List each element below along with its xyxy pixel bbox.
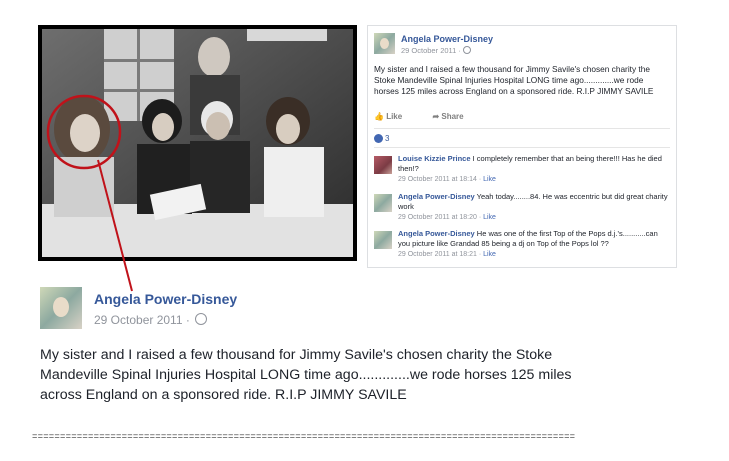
comment-meta: 29 October 2011 at 18:14 · Like <box>398 176 496 183</box>
comment-like-link[interactable]: Like <box>483 214 496 221</box>
comment-like-link[interactable]: Like <box>483 251 496 258</box>
divider <box>374 128 670 129</box>
like-reaction-icon <box>374 134 383 143</box>
reaction-count-text: 3 <box>385 134 390 143</box>
comment-text: Louise Kizzie Prince I completely rememb… <box>398 154 670 174</box>
post-body: My sister and I raised a few thousand fo… <box>40 347 572 403</box>
globe-icon <box>195 313 208 325</box>
avatar[interactable] <box>40 287 82 329</box>
avatar[interactable] <box>374 33 395 54</box>
share-button[interactable]: ➦ Share <box>432 112 477 121</box>
post-date[interactable]: 29 October 2011 · <box>94 313 208 327</box>
avatar[interactable] <box>374 194 392 212</box>
separator-line: ========================================… <box>32 432 576 442</box>
globe-icon <box>462 46 471 54</box>
comment-time[interactable]: 29 October 2011 at 18:20 · <box>398 214 483 221</box>
avatar[interactable] <box>374 156 392 174</box>
reaction-count[interactable]: 3 <box>374 134 389 143</box>
post-body: My sister and I raised a few thousand fo… <box>374 64 654 96</box>
avatar[interactable] <box>374 231 392 249</box>
author-name[interactable]: Angela Power-Disney <box>94 291 237 307</box>
like-label: Like <box>386 112 403 121</box>
vintage-photo <box>42 29 353 257</box>
post-date-text: 29 October 2011 · <box>401 46 461 55</box>
photo-frame <box>38 25 357 261</box>
comment-author[interactable]: Louise Kizzie Prince <box>398 154 471 163</box>
comment-meta: 29 October 2011 at 18:20 · Like <box>398 214 496 221</box>
author-name[interactable]: Angela Power-Disney <box>401 34 493 44</box>
comment-time[interactable]: 29 October 2011 at 18:14 · <box>398 176 483 183</box>
comment-time[interactable]: 29 October 2011 at 18:21 · <box>398 251 483 258</box>
comment-text: Angela Power-Disney He was one of the fi… <box>398 229 670 249</box>
post-actions: 👍 Like ➦ Share <box>374 112 670 126</box>
comment-author[interactable]: Angela Power-Disney <box>398 229 475 238</box>
divider <box>374 147 670 148</box>
comment-text: Angela Power-Disney Yeah today........84… <box>398 192 670 212</box>
comment-like-link[interactable]: Like <box>483 176 496 183</box>
like-button[interactable]: 👍 Like <box>374 112 416 121</box>
photo-illustration <box>42 29 353 257</box>
post-date[interactable]: 29 October 2011 · <box>401 46 471 55</box>
facebook-post-card: Angela Power-Disney 29 October 2011 · My… <box>367 25 677 268</box>
comment-meta: 29 October 2011 at 18:21 · Like <box>398 251 496 258</box>
post-date-text: 29 October 2011 · <box>94 313 190 327</box>
share-label: Share <box>441 112 464 121</box>
comment-author[interactable]: Angela Power-Disney <box>398 192 475 201</box>
